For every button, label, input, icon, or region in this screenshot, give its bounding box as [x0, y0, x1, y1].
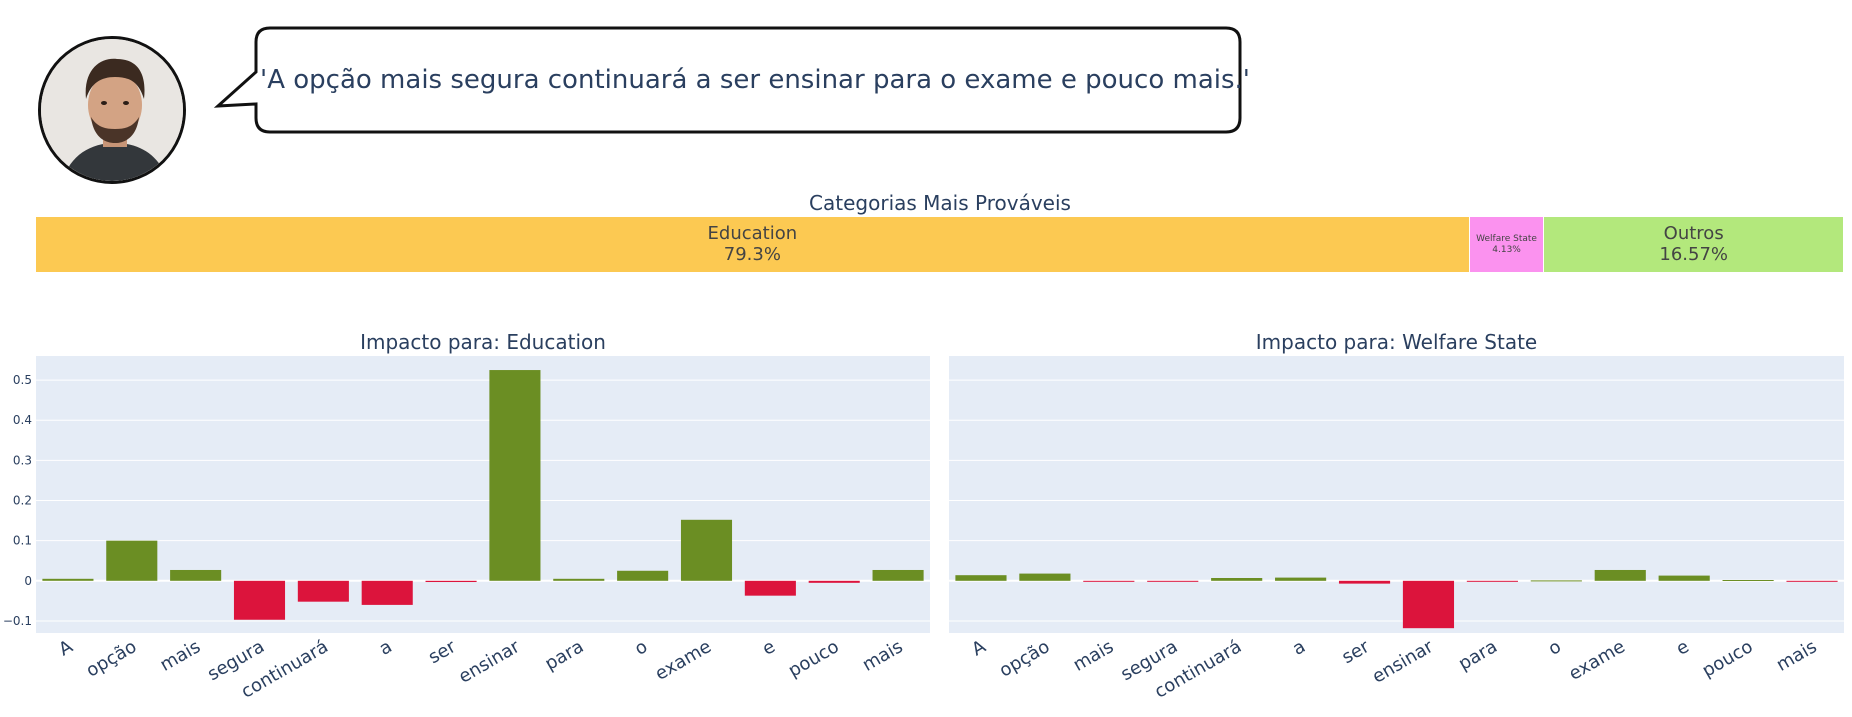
y-tick-label: 0.3 — [13, 453, 32, 467]
x-tick-label: para — [541, 636, 587, 675]
x-tick-label: A — [968, 636, 990, 661]
x-tick-label: pouco — [1699, 636, 1757, 682]
chart-title: Impacto para: Education — [360, 330, 606, 354]
x-tick-label: e — [759, 636, 779, 660]
bar-2 — [106, 540, 158, 581]
y-tick-label: −0.1 — [3, 614, 32, 628]
bar-5 — [297, 580, 349, 602]
bar-12 — [744, 580, 796, 596]
x-tick-label: ensinar — [1369, 636, 1438, 688]
x-tick-label: opção — [996, 636, 1054, 681]
bar-5 — [1211, 578, 1263, 581]
bar-1 — [42, 578, 94, 581]
y-tick-label: 0.2 — [13, 494, 32, 508]
x-tick-label: ser — [1338, 636, 1373, 668]
x-tick-label: e — [1673, 636, 1693, 660]
x-tick-label: ensinar — [455, 636, 524, 688]
bar-10 — [617, 570, 669, 581]
x-tick-label: para — [1455, 636, 1501, 675]
bar-1 — [955, 575, 1007, 581]
plot-area — [949, 356, 1844, 633]
y-tick-label: 0.5 — [13, 373, 32, 387]
x-tick-label: exame — [1565, 636, 1628, 685]
bar-4 — [233, 580, 286, 620]
bar-14 — [872, 569, 924, 581]
x-tick-label: mais — [859, 636, 907, 676]
bar-10 — [1530, 580, 1582, 582]
chart-panel-2: Aopção mais seguracontinuará a serensinar par… — [949, 330, 1844, 703]
x-tick-label: o — [1545, 636, 1565, 660]
x-tick-label: o — [631, 636, 651, 660]
y-tick-label: 0.4 — [13, 413, 32, 427]
x-tick-label: mais — [1773, 636, 1821, 676]
bar-8 — [1402, 580, 1455, 629]
chart-panel-1: −0.100.10.20.30.40.5A opção mais seguracont… — [3, 330, 930, 703]
bar-12 — [1658, 575, 1710, 581]
chart-title: Impacto para: Welfare State — [1256, 330, 1537, 354]
bar-6 — [1275, 577, 1327, 581]
bar-7 — [425, 580, 477, 583]
x-tick-label: opção — [83, 636, 141, 681]
x-tick-label: a — [376, 636, 396, 660]
bar-6 — [361, 580, 413, 605]
impact-charts: −0.100.10.20.30.40.5A opção mais seguracont… — [3, 330, 1844, 703]
y-tick-label: 0 — [24, 574, 32, 588]
bar-14 — [1786, 580, 1838, 582]
bar-8 — [489, 370, 541, 581]
plot-area — [36, 356, 930, 633]
y-tick-label: 0.1 — [13, 534, 32, 548]
x-tick-label: A — [55, 636, 77, 661]
bar-3 — [1083, 580, 1135, 582]
x-tick-label: mais — [156, 636, 204, 676]
x-tick-label: ser — [425, 636, 460, 668]
x-tick-label: mais — [1070, 636, 1118, 676]
bar-11 — [1594, 569, 1646, 581]
bar-2 — [1019, 573, 1071, 581]
bar-4 — [1147, 580, 1199, 582]
x-tick-label: exame — [652, 636, 715, 685]
bar-9 — [1466, 580, 1518, 582]
bar-3 — [170, 569, 222, 581]
bar-9 — [553, 578, 605, 581]
bar-13 — [1722, 580, 1774, 582]
x-tick-label: pouco — [785, 636, 843, 682]
bar-11 — [680, 519, 733, 581]
x-tick-label: a — [1289, 636, 1309, 660]
bar-7 — [1338, 580, 1391, 584]
bar-13 — [808, 580, 860, 583]
